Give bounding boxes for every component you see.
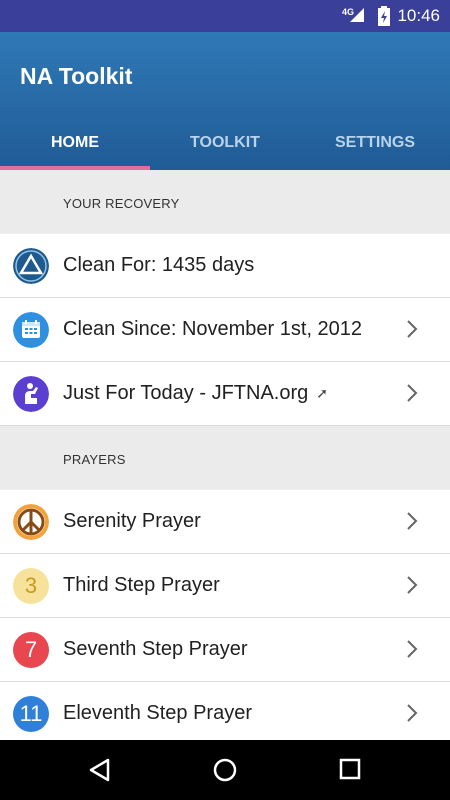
number-3-badge: 3 [24, 572, 38, 598]
signal-icon [350, 8, 364, 22]
list-item-serenity-prayer[interactable]: Serenity Prayer [0, 490, 450, 554]
tab-home[interactable]: HOME [0, 116, 150, 170]
app-title: NA Toolkit [20, 63, 133, 89]
system-nav-bar [0, 740, 450, 800]
chevron-right-icon [407, 576, 418, 594]
tab-toolkit[interactable]: TOOLKIT [150, 116, 300, 170]
chevron-right-icon [407, 640, 418, 658]
status-bar: 4G 10:46 [0, 0, 450, 32]
number-7-icon: 7 [13, 631, 49, 668]
home-nav-icon[interactable] [213, 758, 237, 782]
chevron-right-icon [407, 704, 418, 722]
chevron-right-icon [407, 384, 418, 402]
section-header-prayers: PRAYERS [0, 426, 450, 490]
eleventh-step-prayer-label: Eleventh Step Prayer [63, 702, 252, 724]
battery-icon [378, 6, 390, 26]
home-list[interactable]: YOUR RECOVERY Clean For: 1435 days Clean… [0, 170, 450, 740]
calendar-icon [13, 311, 49, 348]
list-item-eleventh-step-prayer[interactable]: 11 Eleventh Step Prayer [0, 682, 450, 740]
chevron-right-icon [407, 320, 418, 338]
list-item-third-step-prayer[interactable]: 3 Third Step Prayer [0, 554, 450, 618]
na-triangle-icon [13, 247, 49, 284]
number-3-icon: 3 [13, 567, 49, 604]
third-step-prayer-label: Third Step Prayer [63, 574, 220, 596]
tab-settings[interactable]: SETTINGS [300, 116, 450, 170]
clock: 10:46 [397, 6, 440, 25]
recents-icon[interactable] [339, 758, 361, 780]
external-link-icon: ➚ [316, 385, 328, 401]
list-item-just-for-today[interactable]: Just For Today - JFTNA.org ➚ [0, 362, 450, 426]
just-for-today-label: Just For Today - JFTNA.org [63, 382, 309, 404]
number-7-badge: 7 [24, 636, 38, 662]
app-bar: NA Toolkit HOME TOOLKIT SETTINGS [0, 32, 450, 170]
number-11-badge: 11 [19, 700, 43, 726]
list-item-seventh-step-prayer[interactable]: 7 Seventh Step Prayer [0, 618, 450, 682]
serenity-prayer-label: Serenity Prayer [63, 510, 201, 532]
peace-sign-icon [13, 503, 49, 540]
clean-since-label: Clean Since: November 1st, 2012 [63, 318, 363, 340]
praying-figure-icon [13, 375, 49, 412]
list-item-clean-for[interactable]: Clean For: 1435 days [0, 234, 450, 298]
tab-bar: HOME TOOLKIT SETTINGS [0, 116, 450, 170]
back-icon[interactable] [88, 758, 110, 782]
chevron-right-icon [407, 512, 418, 530]
list-item-clean-since[interactable]: Clean Since: November 1st, 2012 [0, 298, 450, 362]
number-11-icon: 11 [13, 695, 49, 732]
clean-for-label: Clean For: 1435 days [63, 254, 255, 276]
seventh-step-prayer-label: Seventh Step Prayer [63, 638, 248, 660]
section-header-recovery: YOUR RECOVERY [0, 170, 450, 234]
